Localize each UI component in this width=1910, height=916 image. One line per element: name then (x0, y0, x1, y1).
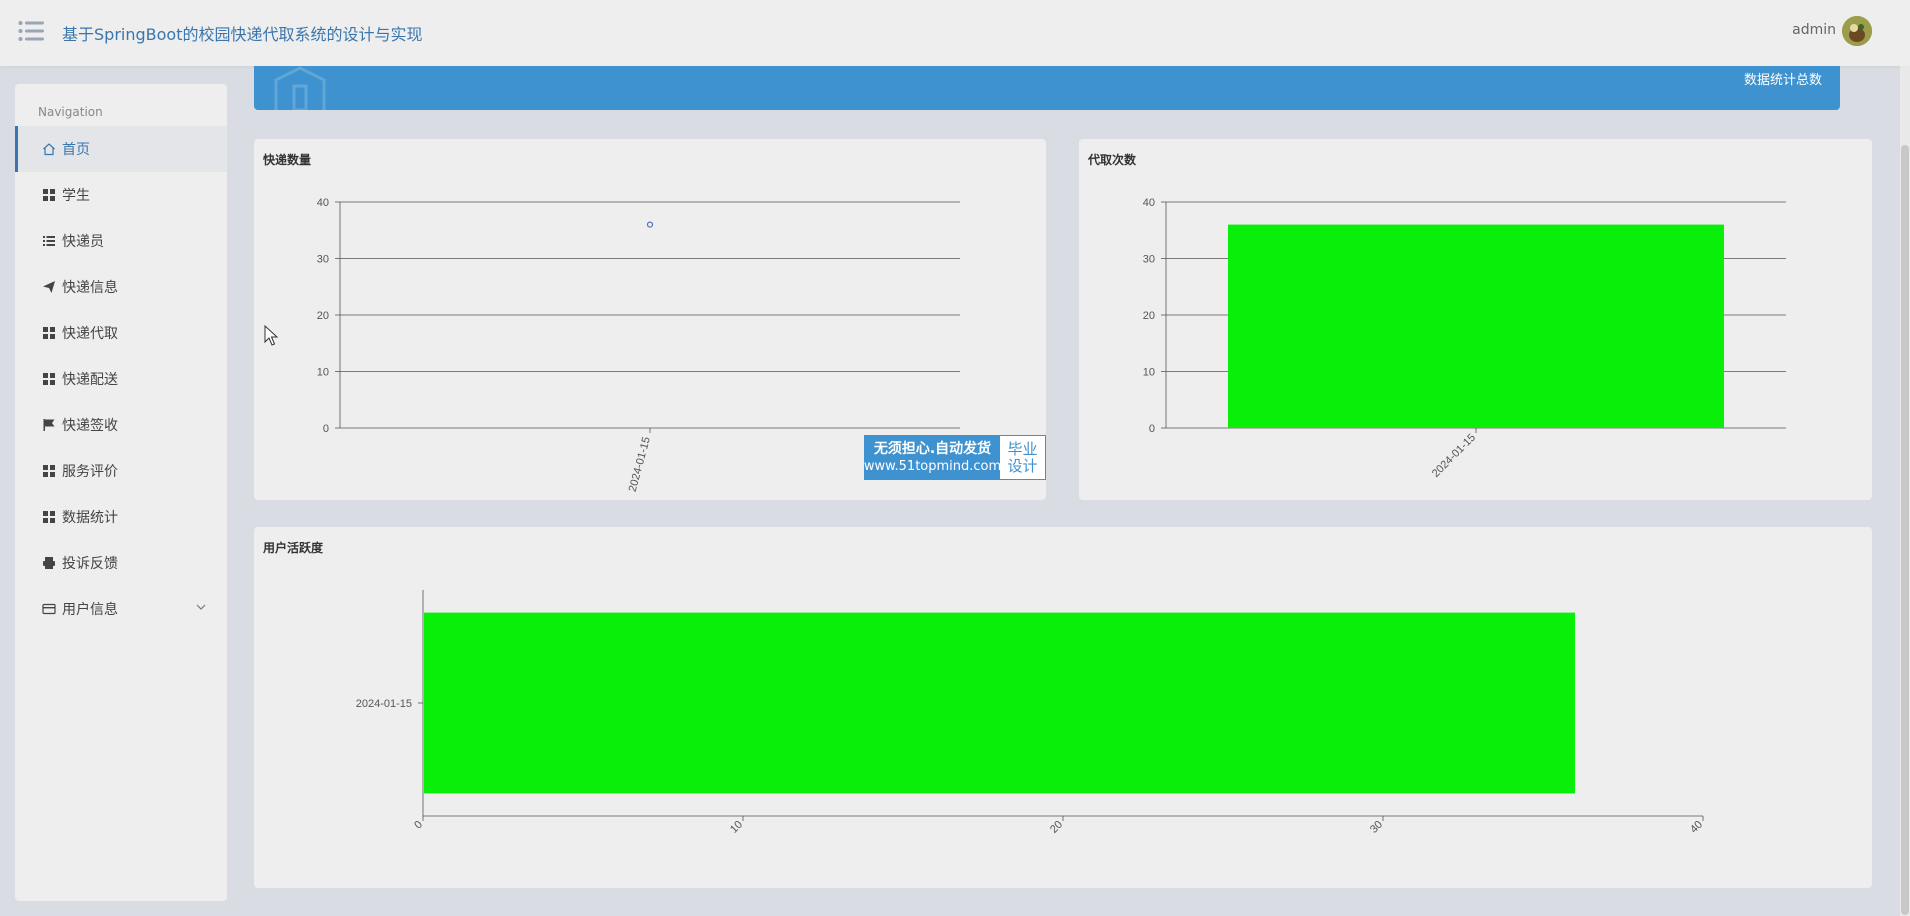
sidebar-item-pickup[interactable]: 快递代取 (15, 310, 227, 356)
y-tick-label: 20 (317, 310, 329, 322)
sidebar-item-statistics[interactable]: 数据统计 (15, 494, 227, 540)
list-menu-icon[interactable] (18, 20, 44, 42)
x-tick-label: 2024-01-15 (627, 436, 653, 493)
card-icon (42, 603, 56, 615)
sidebar-item-delivery[interactable]: 快递配送 (15, 356, 227, 402)
home-icon (43, 143, 55, 156)
sidebar-item-students[interactable]: 学生 (15, 172, 227, 218)
sidebar-item-label: 学生 (62, 188, 90, 204)
decorative-building-icon (274, 66, 326, 110)
send-icon (43, 281, 55, 293)
watermark-left: 无须担心.自动发货 www.51topmind.com (863, 436, 1002, 479)
flag-icon (43, 419, 55, 431)
watermark-line1: 无须担心.自动发货 (873, 440, 992, 457)
sidebar-item-label: 快递信息 (62, 280, 118, 296)
watermark-right2: 设计 (1007, 456, 1038, 475)
sidebar-item-label: 快递员 (62, 234, 104, 250)
chevron-down-icon[interactable] (195, 601, 207, 613)
sidebar-item-label: 投诉反馈 (62, 556, 118, 572)
y-tick-label: 30 (317, 254, 329, 266)
sidebar-item-label: 首页 (62, 142, 90, 158)
user-avatar-icon[interactable] (1842, 16, 1872, 46)
y-tick-label: 40 (1143, 197, 1155, 209)
chart-card-user-activity: 用户活跃度 0 10 20 30 40 2024-01-15 (254, 527, 1872, 888)
mouse-cursor-icon (264, 325, 278, 346)
y-tick-label: 0 (323, 423, 329, 435)
bar (1228, 224, 1724, 428)
sidebar-item-label: 服务评价 (62, 464, 118, 480)
nav-list: 首页 学生 快递员 快递信息 快递代取 快递配送 快递签收 服务评价 数据统计 … (15, 126, 227, 632)
sidebar-item-complaints[interactable]: 投诉反馈 (15, 540, 227, 586)
sidebar-item-couriers[interactable]: 快递员 (15, 218, 227, 264)
watermark-line2: www.51topmind.com (863, 458, 1002, 474)
printer-icon (43, 557, 55, 569)
stats-banner: 数据统计总数 (254, 66, 1840, 110)
sidebar-item-home[interactable]: 首页 (15, 126, 227, 172)
y-tick-label: 10 (317, 367, 329, 379)
bar (424, 612, 1575, 794)
data-point (646, 221, 654, 228)
page-scrollbar-thumb[interactable] (1901, 145, 1909, 915)
sidebar-item-user-info[interactable]: 用户信息 (15, 586, 227, 632)
sidebar-item-express-info[interactable]: 快递信息 (15, 264, 227, 310)
y-tick-label: 2024-01-15 (356, 698, 412, 710)
grid-icon (43, 511, 55, 523)
sidebar-item-label: 数据统计 (62, 510, 118, 526)
grid-icon (43, 465, 55, 477)
x-tick-label: 40 (1688, 819, 1705, 836)
y-tick-label: 20 (1143, 310, 1155, 322)
banner-label: 数据统计总数 (1743, 73, 1822, 88)
sidebar-item-signoff[interactable]: 快递签收 (15, 402, 227, 448)
y-tick-label: 0 (1149, 423, 1155, 435)
list-icon (43, 236, 55, 246)
user-name[interactable]: admin (1792, 22, 1836, 38)
watermark-right1: 毕业 (1007, 439, 1038, 458)
app-title: 基于SpringBoot的校园快递代取系统的设计与实现 (62, 25, 423, 44)
sidebar-item-label: 用户信息 (62, 602, 118, 618)
grid-icon (43, 189, 55, 201)
watermark-right: 毕业 设计 (1000, 436, 1045, 479)
user-activity-chart: 0 10 20 30 402024-01-15 (356, 590, 1705, 836)
chart-card-pickup-count: 代取次数 0 10 20 30 40 2024-01-15 (1079, 139, 1872, 500)
y-tick-label: 30 (1143, 254, 1155, 266)
x-tick-label: 20 (1048, 819, 1065, 836)
x-tick-label: 10 (728, 819, 745, 836)
top-bar: 基于SpringBoot的校园快递代取系统的设计与实现 admin (0, 0, 1910, 66)
grid-icon (43, 373, 55, 385)
sidebar-item-reviews[interactable]: 服务评价 (15, 448, 227, 494)
nav-heading: Navigation (38, 105, 103, 119)
sidebar-item-label: 快递代取 (62, 326, 118, 342)
watermark-ad[interactable]: 无须担心.自动发货 www.51topmind.com 毕业 设计 (864, 435, 1046, 480)
x-tick-label: 2024-01-15 (1430, 432, 1478, 480)
y-tick-label: 40 (317, 197, 329, 209)
y-tick-label: 10 (1143, 367, 1155, 379)
x-tick-label: 30 (1368, 819, 1385, 836)
sidebar-item-label: 快递配送 (62, 372, 118, 388)
grid-icon (43, 327, 55, 339)
sidebar-item-label: 快递签收 (62, 418, 118, 434)
sidebar: Navigation 首页 学生 快递员 快递信息 快递代取 快递配送 快递签收… (15, 84, 227, 901)
pickup-count-chart: 0 10 20 30 40 2024-01-15 (1143, 197, 1786, 480)
